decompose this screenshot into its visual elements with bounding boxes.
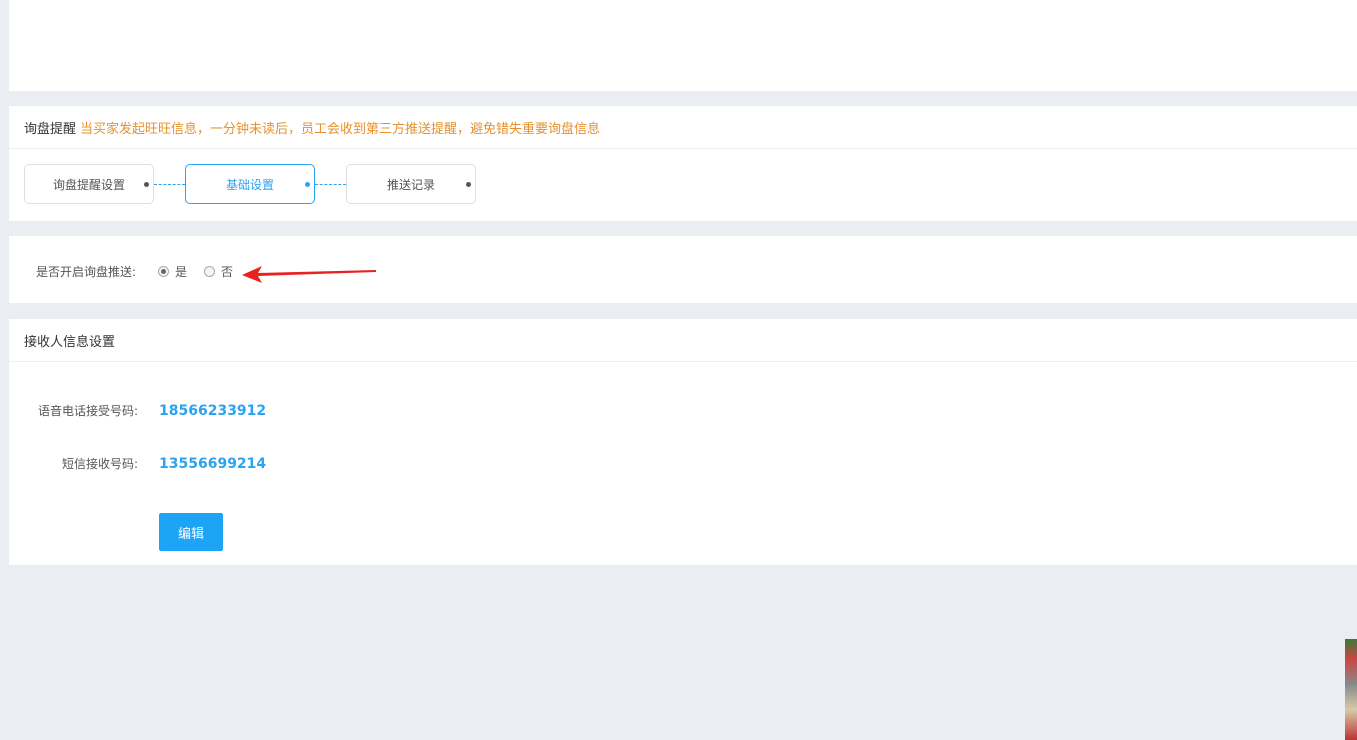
push-panel: 是否开启询盘推送: 是 否 [9, 236, 1357, 303]
step-dot-icon [305, 182, 310, 187]
sms-number: 13556699214 [159, 455, 267, 472]
radio-checked-icon[interactable] [158, 266, 169, 277]
radio-no-label: 否 [221, 265, 234, 279]
voice-number: 18566233912 [159, 402, 267, 419]
inquiry-panel: 询盘提醒 当买家发起旺旺信息，一分钟未读后，员工会收到第三方推送提醒，避免错失重… [9, 106, 1357, 221]
step-connector [315, 183, 346, 185]
tab-inquiry-settings[interactable]: 询盘提醒设置 [24, 164, 154, 204]
push-toggle-row: 是否开启询盘推送: 是 否 [36, 263, 250, 280]
voice-label: 语音电话接受号码: [37, 404, 138, 418]
tab-label: 推送记录 [386, 177, 435, 192]
receiver-header: 接收人信息设置 [9, 319, 1357, 362]
radio-yes[interactable]: 是 [158, 263, 187, 280]
receiver-title: 接收人信息设置 [24, 334, 116, 350]
radio-no[interactable]: 否 [204, 263, 233, 280]
tab-push-records[interactable]: 推送记录 [346, 164, 476, 204]
tab-label: 基础设置 [225, 177, 274, 192]
top-panel [9, 0, 1357, 91]
inquiry-description: 当买家发起旺旺信息，一分钟未读后，员工会收到第三方推送提醒，避免错失重要询盘信息 [80, 121, 601, 137]
corner-thumbnail-image [1345, 639, 1357, 740]
step-dot-icon [144, 182, 149, 187]
push-label: 是否开启询盘推送: [36, 265, 137, 279]
edit-button[interactable]: 编辑 [159, 513, 223, 551]
radio-yes-label: 是 [175, 265, 188, 279]
step-dot-icon [466, 182, 471, 187]
annotation-arrow-icon [242, 266, 376, 283]
tab-label: 询盘提醒设置 [52, 177, 125, 192]
inquiry-header: 询盘提醒 当买家发起旺旺信息，一分钟未读后，员工会收到第三方推送提醒，避免错失重… [9, 106, 1357, 149]
radio-unchecked-icon[interactable] [204, 266, 216, 277]
receiver-panel: 接收人信息设置 语音电话接受号码: 18566233912 短信接收号码: 13… [9, 319, 1357, 565]
sms-label: 短信接收号码: [61, 457, 138, 471]
voice-number-row: 语音电话接受号码: 18566233912 [9, 402, 266, 419]
sms-number-row: 短信接收号码: 13556699214 [9, 455, 266, 472]
inquiry-title: 询盘提醒 [24, 121, 77, 137]
tab-basic-settings[interactable]: 基础设置 [185, 164, 315, 204]
step-tabs: 询盘提醒设置 基础设置 推送记录 [24, 164, 476, 204]
step-connector [154, 183, 185, 185]
